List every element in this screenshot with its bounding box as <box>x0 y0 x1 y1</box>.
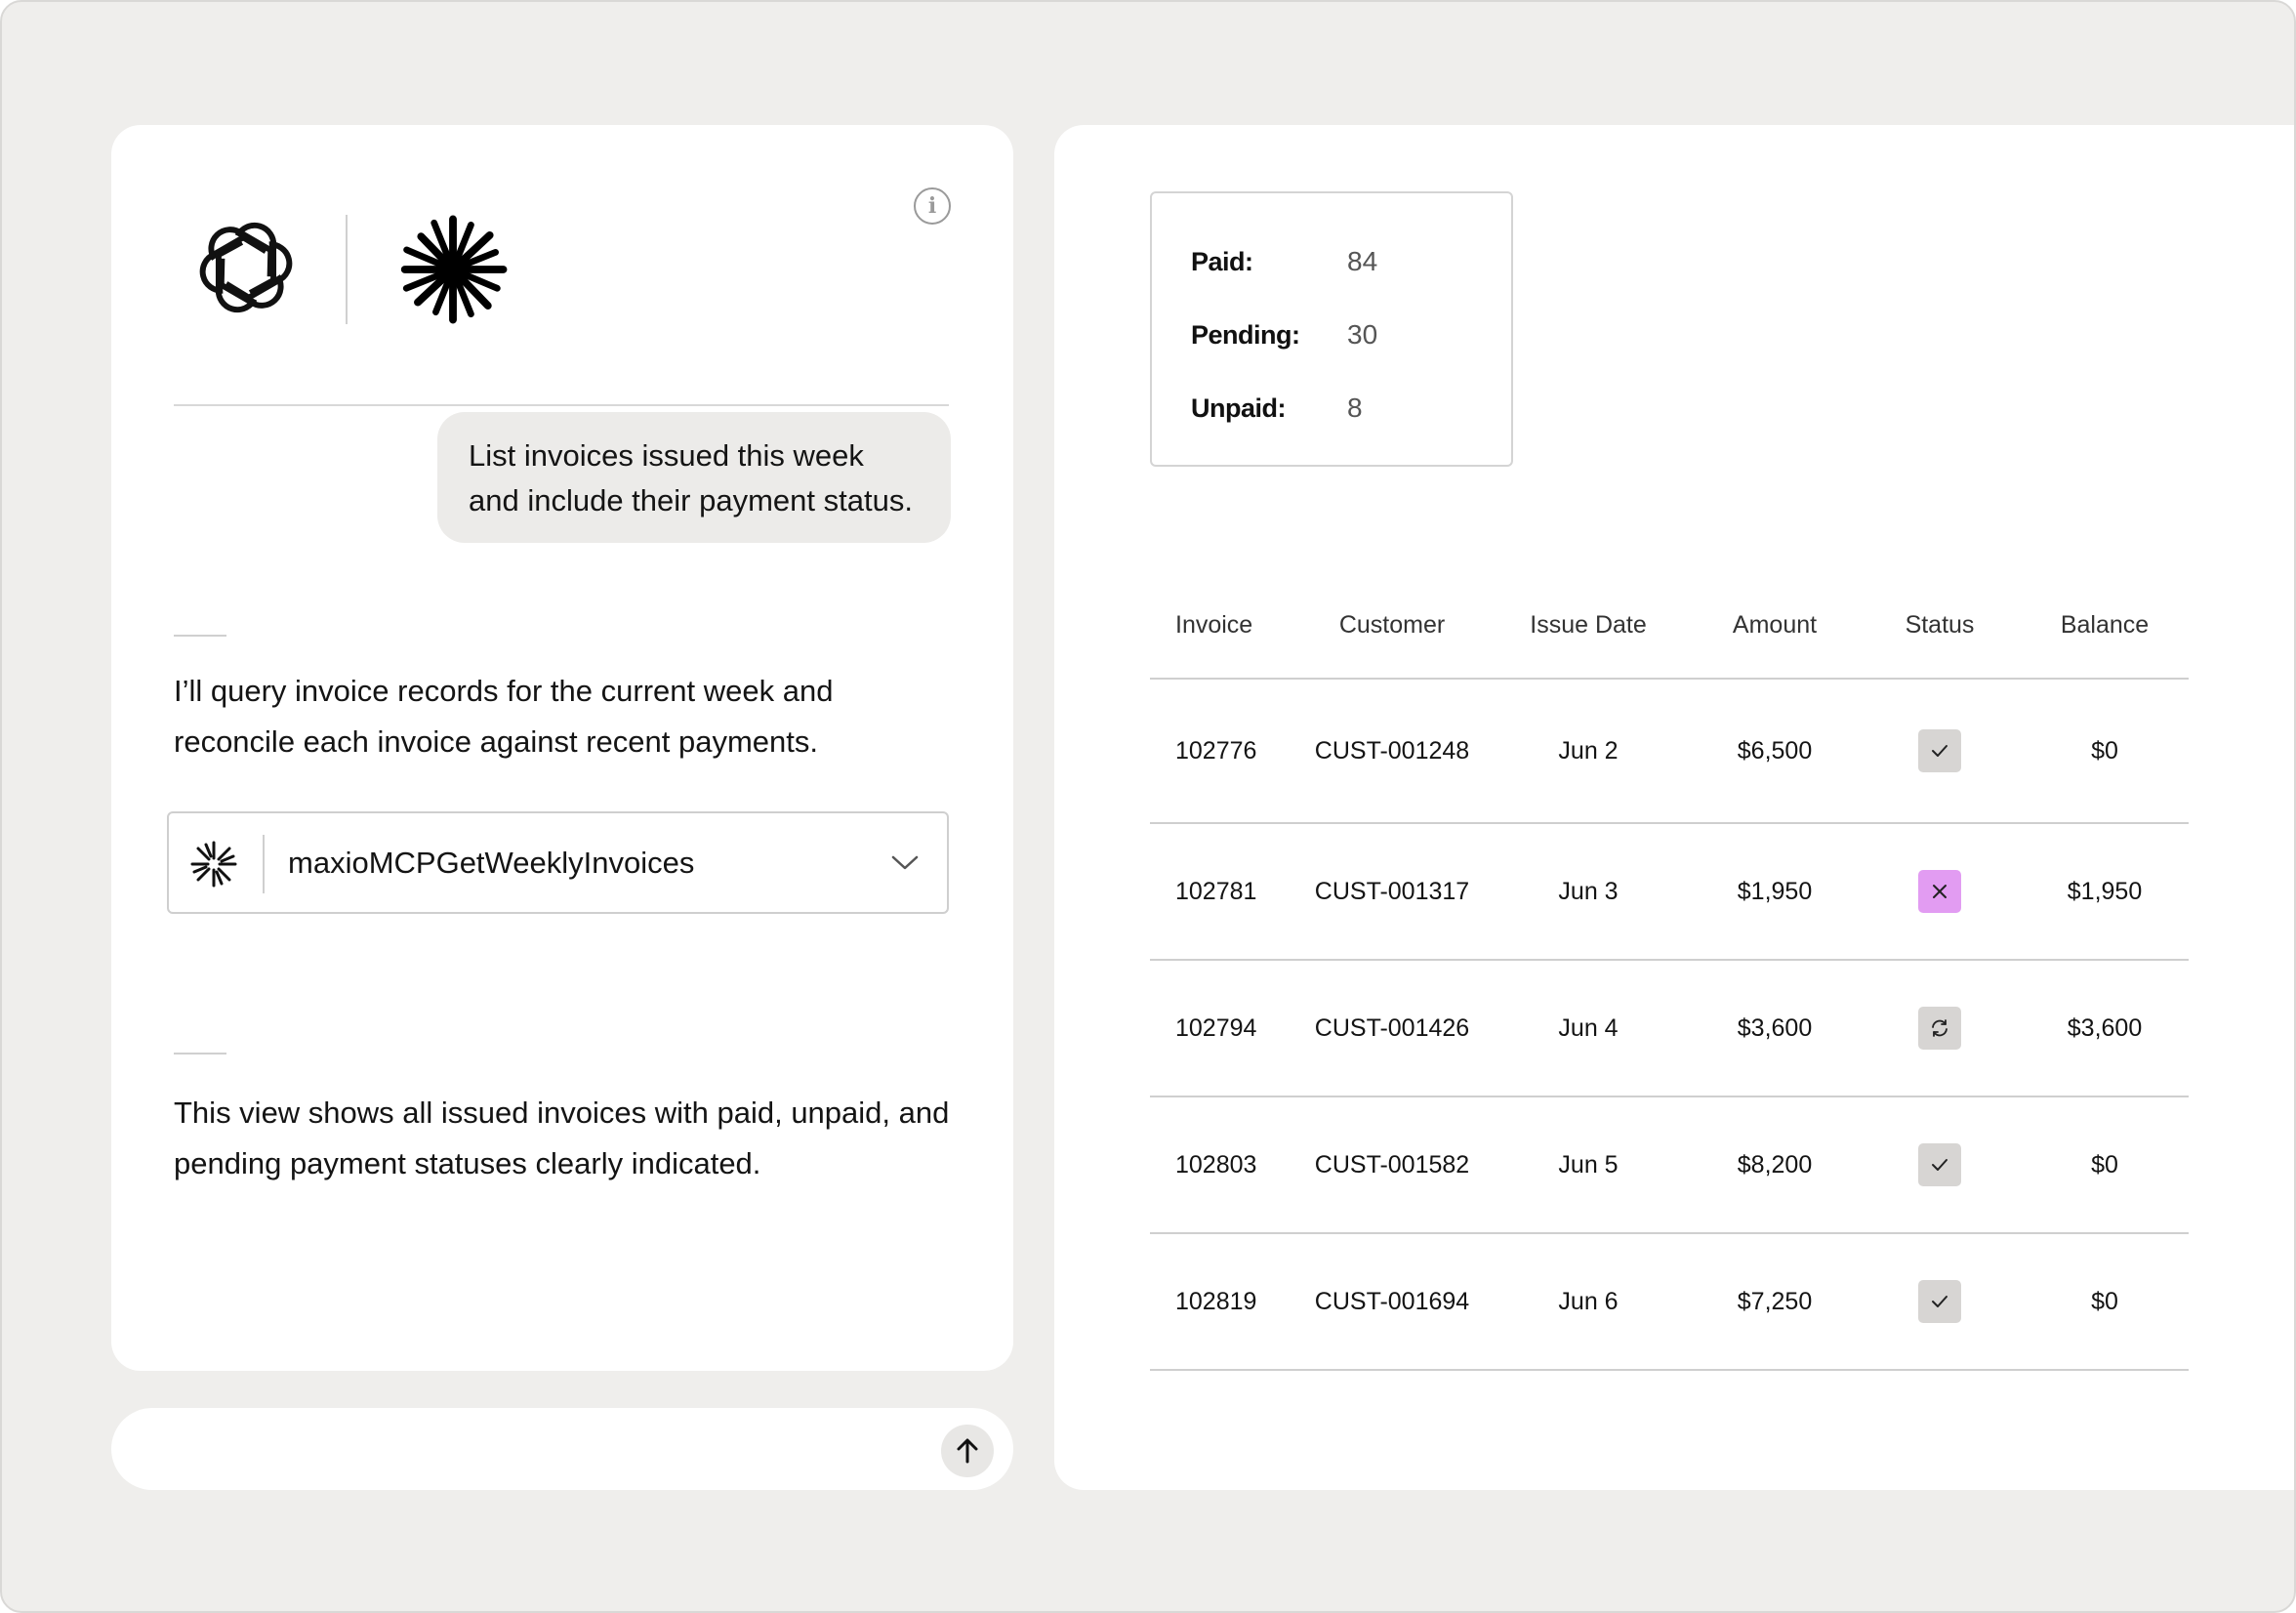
cell-customer: CUST-001426 <box>1314 1014 1470 1042</box>
cell-issue-date: Jun 5 <box>1558 1151 1619 1179</box>
cell-invoice: 102776 <box>1175 737 1257 765</box>
column-header-amount[interactable]: Amount <box>1733 605 1817 644</box>
cell-amount: $1,950 <box>1737 878 1813 905</box>
summary-unpaid-label: Unpaid: <box>1191 393 1287 423</box>
chevron-down-icon[interactable] <box>890 850 920 874</box>
info-icon[interactable]: i <box>914 187 951 225</box>
cell-balance: $0 <box>2091 737 2118 765</box>
cell-invoice: 102781 <box>1175 878 1257 905</box>
logo-header <box>174 187 949 406</box>
cell-issue-date: Jun 6 <box>1558 1288 1619 1315</box>
app-window: i List invoices issued this week and inc… <box>0 0 2296 1613</box>
openai-logo-icon <box>199 222 293 313</box>
column-header-issue-date[interactable]: Issue Date <box>1530 605 1647 644</box>
cell-amount: $6,500 <box>1737 737 1813 765</box>
cell-amount: $8,200 <box>1737 1151 1813 1179</box>
summary-pending-value: 30 <box>1347 319 1378 350</box>
cell-balance: $0 <box>2091 1151 2118 1179</box>
table-row[interactable]: 102819 CUST-001694 Jun 6 $7,250 $0 <box>1150 1234 2189 1371</box>
cell-issue-date: Jun 3 <box>1558 878 1619 905</box>
chat-panel: i List invoices issued this week and inc… <box>111 125 1013 1371</box>
payment-summary-card: Paid: 84 Pending: 30 Unpaid: 8 <box>1150 191 1513 467</box>
assistant-message: I’ll query invoice records for the curre… <box>174 674 834 759</box>
cell-customer: CUST-001317 <box>1314 878 1470 905</box>
invoice-table: Invoice Customer Issue Date Amount Statu… <box>1150 570 2189 1371</box>
cell-issue-date: Jun 4 <box>1558 1014 1619 1042</box>
status-paid-check-icon <box>1918 1143 1961 1186</box>
table-row[interactable]: 102781 CUST-001317 Jun 3 $1,950 $1,950 <box>1150 824 2189 961</box>
cell-invoice: 102819 <box>1175 1288 1257 1315</box>
cell-customer: CUST-001582 <box>1314 1151 1470 1179</box>
cell-balance: $0 <box>2091 1288 2118 1315</box>
table-row[interactable]: 102776 CUST-001248 Jun 2 $6,500 $0 <box>1150 680 2189 824</box>
cell-invoice: 102803 <box>1175 1151 1257 1179</box>
cell-amount: $3,600 <box>1737 1014 1813 1042</box>
message-divider <box>174 1053 226 1055</box>
summary-paid-value: 84 <box>1347 246 1378 276</box>
column-header-balance[interactable]: Balance <box>2061 605 2149 644</box>
cell-invoice: 102794 <box>1175 1014 1257 1042</box>
summary-paid-label: Paid: <box>1191 247 1253 276</box>
tool-call-dropdown[interactable]: maxioMCPGetWeeklyInvoices <box>167 811 949 914</box>
message-composer[interactable] <box>111 1408 1013 1490</box>
status-pending-refresh-icon <box>1918 1007 1961 1050</box>
table-header: Invoice Customer Issue Date Amount Statu… <box>1150 570 2189 680</box>
cell-balance: $3,600 <box>2067 1014 2143 1042</box>
assistant-summary-message: This view shows all issued invoices with… <box>174 1096 950 1180</box>
claude-logo-icon <box>400 215 508 324</box>
column-header-status[interactable]: Status <box>1906 605 1975 644</box>
status-paid-check-icon <box>1918 729 1961 772</box>
send-button[interactable] <box>941 1425 994 1477</box>
cell-customer: CUST-001248 <box>1314 737 1470 765</box>
tool-separator <box>263 835 265 893</box>
column-header-invoice[interactable]: Invoice <box>1175 605 1252 644</box>
column-header-customer[interactable]: Customer <box>1339 605 1445 644</box>
results-panel: Paid: 84 Pending: 30 Unpaid: 8 Invoice C… <box>1054 125 2294 1490</box>
summary-unpaid-value: 8 <box>1347 393 1363 423</box>
cell-balance: $1,950 <box>2067 878 2143 905</box>
cell-customer: CUST-001694 <box>1314 1288 1470 1315</box>
summary-pending-label: Pending: <box>1191 320 1300 350</box>
user-message: List invoices issued this week and inclu… <box>437 412 951 543</box>
table-row[interactable]: 102803 CUST-001582 Jun 5 $8,200 $0 <box>1150 1097 2189 1234</box>
arrow-up-icon <box>957 1438 978 1464</box>
cell-amount: $7,250 <box>1737 1288 1813 1315</box>
tool-name: maxioMCPGetWeeklyInvoices <box>288 846 695 880</box>
cell-issue-date: Jun 2 <box>1558 737 1619 765</box>
logo-divider <box>346 215 348 324</box>
asterisk-icon <box>190 841 237 888</box>
message-divider <box>174 635 226 637</box>
table-row[interactable]: 102794 CUST-001426 Jun 4 $3,600 $3,600 <box>1150 961 2189 1097</box>
status-paid-check-icon <box>1918 1280 1961 1323</box>
status-unpaid-x-icon <box>1918 870 1961 913</box>
